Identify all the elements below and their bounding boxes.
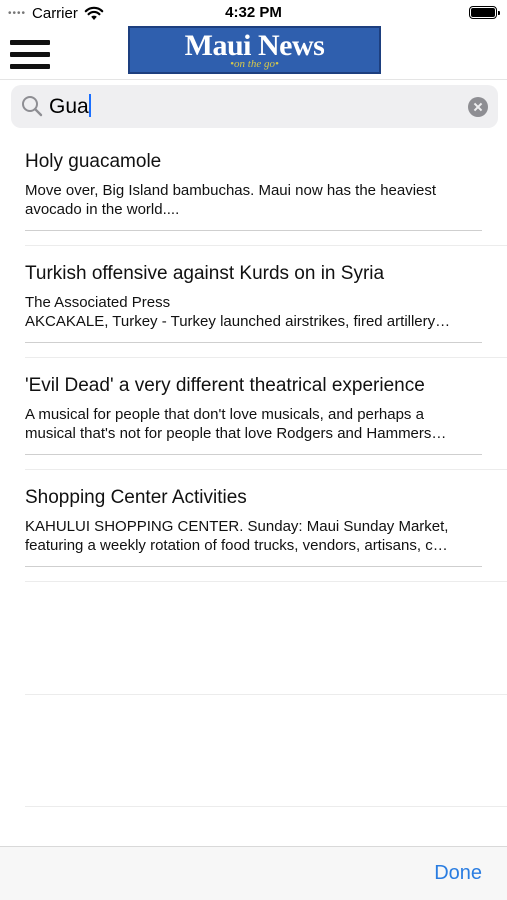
list-item[interactable]: Holy guacamole Move over, Big Island bam… — [0, 134, 507, 246]
result-excerpt-line: AKCAKALE, Turkey - Turkey launched airst… — [25, 313, 451, 330]
result-excerpt-line: The Associated Press — [25, 294, 171, 311]
empty-cell-separator — [25, 806, 507, 807]
result-title: Turkish offensive against Kurds on in Sy… — [25, 263, 385, 284]
cell-separator — [25, 581, 507, 582]
result-title: Holy guacamole — [25, 151, 162, 172]
done-button[interactable]: Done — [434, 862, 482, 885]
magnifier-icon — [22, 96, 43, 117]
logo-tagline: •on the go• — [230, 57, 279, 70]
result-excerpt: Move over, Big Island bambuchas. Maui no… — [25, 181, 485, 219]
result-excerpt-line: featuring a weekly rotation of food truc… — [25, 537, 448, 554]
search-bar[interactable]: Gua — [11, 85, 498, 128]
result-excerpt-line: avocado in the world.... — [25, 201, 180, 218]
list-item[interactable]: Turkish offensive against Kurds on in Sy… — [0, 246, 507, 358]
maui-news-logo: Maui News •on the go• — [128, 26, 381, 74]
status-time: 4:32 PM — [225, 4, 282, 21]
search-input-value: Gua — [49, 95, 89, 118]
result-excerpt-line: musical that's not for people that love … — [25, 425, 447, 442]
status-bar: •••• Carrier 4:32 PM — [0, 0, 507, 26]
status-right — [469, 6, 500, 19]
logo-title: Maui News — [184, 28, 325, 62]
result-title: 'Evil Dead' a very different theatrical … — [25, 375, 425, 396]
result-excerpt-line: KAHULUI SHOPPING CENTER. Sunday: Maui Su… — [25, 518, 449, 535]
separator — [25, 566, 482, 567]
separator — [25, 230, 482, 231]
text-cursor — [88, 94, 91, 117]
result-excerpt-line: Move over, Big Island bambuchas. Maui no… — [25, 182, 437, 199]
separator — [25, 454, 482, 455]
search-results-list: Holy guacamole Move over, Big Island bam… — [0, 134, 507, 582]
bottom-toolbar: Done — [0, 846, 507, 900]
list-item[interactable]: Shopping Center Activities KAHULUI SHOPP… — [0, 470, 507, 582]
result-excerpt-line: A musical for people that don't love mus… — [25, 406, 424, 423]
separator — [25, 342, 482, 343]
list-item[interactable]: 'Evil Dead' a very different theatrical … — [0, 358, 507, 470]
clear-x-icon[interactable] — [468, 97, 488, 117]
result-title: Shopping Center Activities — [25, 487, 247, 508]
result-excerpt: The Associated Press AKCAKALE, Turkey - … — [25, 293, 485, 331]
search-input[interactable]: Gua — [49, 94, 91, 119]
result-excerpt: KAHULUI SHOPPING CENTER. Sunday: Maui Su… — [25, 517, 485, 555]
battery-icon — [469, 6, 500, 19]
hamburger-menu-icon[interactable] — [10, 40, 50, 70]
nav-bar: Maui News •on the go• — [0, 26, 507, 80]
result-excerpt: A musical for people that don't love mus… — [25, 405, 485, 443]
empty-cell-separator — [25, 694, 507, 695]
